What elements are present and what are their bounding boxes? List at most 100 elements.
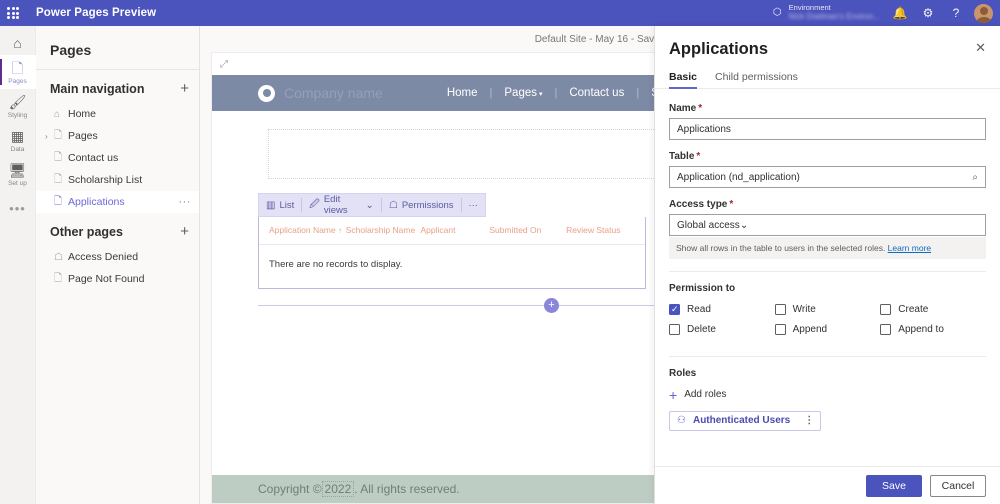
close-icon[interactable]: ✕ (975, 40, 986, 56)
tab-basic[interactable]: Basic (669, 71, 697, 88)
bell-icon[interactable]: 🔔 (886, 0, 914, 26)
list-overflow-icon[interactable]: ··· (461, 193, 485, 217)
rail-item-setup[interactable]: 🖥 Set up (0, 157, 36, 191)
name-input[interactable]: Applications (669, 118, 986, 140)
properties-panel: Applications ✕ Basic Child permissions N… (654, 26, 1000, 504)
edit-views-button[interactable]: 🖉 Edit views ⌄ (302, 193, 381, 217)
checkbox-read[interactable]: Read (669, 304, 775, 315)
role-chip-authenticated-users[interactable]: ⚇ Authenticated Users ⋮ (669, 411, 821, 431)
checkbox-write[interactable]: Write (775, 304, 881, 315)
sort-ascending-icon: ↑ (338, 226, 342, 235)
list-table: Application Name ↑ Scholarship Name Appl… (258, 217, 646, 289)
permissions-button[interactable]: ☖ Permissions (382, 193, 461, 217)
rail-item-data[interactable]: ▦ Data (0, 123, 36, 157)
waffle-icon[interactable] (0, 0, 26, 26)
table-input-value: Application (nd_application) (677, 172, 800, 183)
checkbox-append[interactable]: Append (775, 324, 881, 335)
permission-checkbox-grid: Read Write Create Delete Append (669, 304, 986, 344)
rail-item-styling[interactable]: 🖌 Styling (0, 89, 36, 123)
sidebar-item-label: Scholarship List (68, 174, 142, 186)
expand-corner-icon[interactable]: ⤢ (212, 53, 236, 75)
other-pages-label: Other pages (50, 225, 123, 239)
chevron-right-icon[interactable]: › (45, 132, 48, 141)
add-roles-label: Add roles (684, 389, 726, 400)
environment-selector[interactable]: ⬡ Environment Nick Doelman's Environ... (773, 4, 880, 21)
sidebar-item-pages[interactable]: › 🗋 Pages (36, 125, 199, 147)
page-icon: 🗋 (54, 128, 68, 145)
checkbox-icon (775, 304, 786, 315)
styling-icon: 🖌 (9, 95, 27, 110)
column-header-applicant[interactable]: Applicant (421, 225, 490, 236)
footer-year[interactable]: 2022 (322, 481, 355, 497)
rail-label-pages: Pages (8, 78, 26, 85)
brand-name: Company name (284, 85, 383, 101)
name-field-label: Name* (669, 103, 986, 114)
add-main-navigation-page-button[interactable]: + (180, 83, 189, 95)
sidebar-item-more-icon[interactable]: ··· (179, 196, 192, 208)
list-toolbar: ▥ List 🖉 Edit views ⌄ ☖ Permissions (258, 193, 486, 217)
rail-more-icon[interactable]: ••• (9, 201, 26, 216)
sidebar-item-contact-us[interactable]: 🗋 Contact us (36, 147, 199, 169)
save-button[interactable]: Save (866, 475, 922, 497)
checkbox-checked-icon (669, 304, 680, 315)
checkbox-delete[interactable]: Delete (669, 324, 775, 335)
column-header-submitted-on[interactable]: Submitted On (489, 225, 566, 236)
gear-icon[interactable]: ⚙ (914, 0, 942, 26)
add-other-page-button[interactable]: + (180, 226, 189, 238)
table-header-row: Application Name ↑ Scholarship Name Appl… (259, 217, 645, 240)
list-icon: ▥ (266, 200, 275, 211)
required-marker: * (729, 199, 733, 210)
column-header-review-status[interactable]: Review Status (566, 225, 635, 236)
panel-header: Applications ✕ (655, 26, 1000, 59)
checkbox-label: Create (898, 304, 928, 315)
learn-more-link[interactable]: Learn more (888, 243, 931, 253)
sidebar-item-scholarship-list[interactable]: 🗋 Scholarship List (36, 169, 199, 191)
question-icon[interactable]: ? (942, 0, 970, 26)
checkbox-label: Append to (898, 324, 944, 335)
rail-label-data: Data (11, 146, 25, 153)
sidebar-item-label: Pages (68, 130, 98, 142)
add-roles-button[interactable]: + Add roles (669, 389, 986, 400)
column-header-application-name[interactable]: Application Name ↑ (269, 225, 346, 236)
role-chip-more-icon[interactable]: ⋮ (790, 415, 814, 426)
page-icon: 🗋 (54, 194, 68, 211)
site-save-status: Default Site - May 16 - Saved (535, 34, 666, 45)
name-input-value: Applications (677, 124, 731, 135)
site-navigation: Home | Pages▾ | Contact us | S (435, 87, 671, 99)
list-button[interactable]: ▥ List (259, 193, 301, 217)
site-nav-contact-us[interactable]: Contact us (557, 87, 636, 99)
sidebar-item-label: Access Denied (68, 251, 138, 263)
app-title: Power Pages Preview (36, 7, 156, 19)
table-field-group: Table* Application (nd_application) ⌕ (669, 151, 986, 188)
tab-child-permissions[interactable]: Child permissions (715, 71, 798, 88)
left-icon-rail: ⌂ 🗋 Pages 🖌 Styling ▦ Data 🖥 Set up ••• (0, 26, 36, 504)
permissions-label: Permissions (402, 200, 454, 211)
sidebar-item-home[interactable]: ⌂ Home (36, 103, 199, 125)
user-denied-icon: ☖ (54, 252, 68, 263)
data-icon: ▦ (11, 129, 24, 144)
access-type-select[interactable]: Global access ⌄ (669, 214, 986, 236)
search-icon[interactable]: ⌕ (972, 172, 978, 183)
checkbox-label: Read (687, 304, 711, 315)
checkbox-label: Append (793, 324, 827, 335)
checkbox-create[interactable]: Create (880, 304, 986, 315)
sidebar-item-applications[interactable]: 🗋 Applications ··· (36, 191, 199, 213)
setup-icon: 🖥 (9, 163, 27, 178)
avatar[interactable] (974, 4, 993, 23)
rail-item-pages[interactable]: 🗋 Pages (0, 55, 36, 89)
add-section-button[interactable]: + (544, 298, 559, 313)
sidebar-item-page-not-found[interactable]: 🗋 Page Not Found (36, 268, 199, 290)
cancel-button[interactable]: Cancel (930, 475, 986, 497)
site-nav-pages[interactable]: Pages▾ (492, 87, 554, 99)
table-input[interactable]: Application (nd_application) ⌕ (669, 166, 986, 188)
rail-item-home[interactable]: ⌂ (0, 30, 36, 55)
other-pages-header: Other pages + (36, 213, 199, 246)
home-icon: ⌂ (13, 36, 21, 51)
sidebar-item-access-denied[interactable]: ☖ Access Denied (36, 246, 199, 268)
panel-footer: Save Cancel (655, 466, 1000, 504)
checkbox-append-to[interactable]: Append to (880, 324, 986, 335)
role-chip-label: Authenticated Users (693, 415, 790, 426)
column-header-scholarship-name[interactable]: Scholarship Name (346, 225, 421, 236)
role-icon: ⚇ (677, 415, 686, 426)
site-nav-home[interactable]: Home (435, 87, 490, 99)
